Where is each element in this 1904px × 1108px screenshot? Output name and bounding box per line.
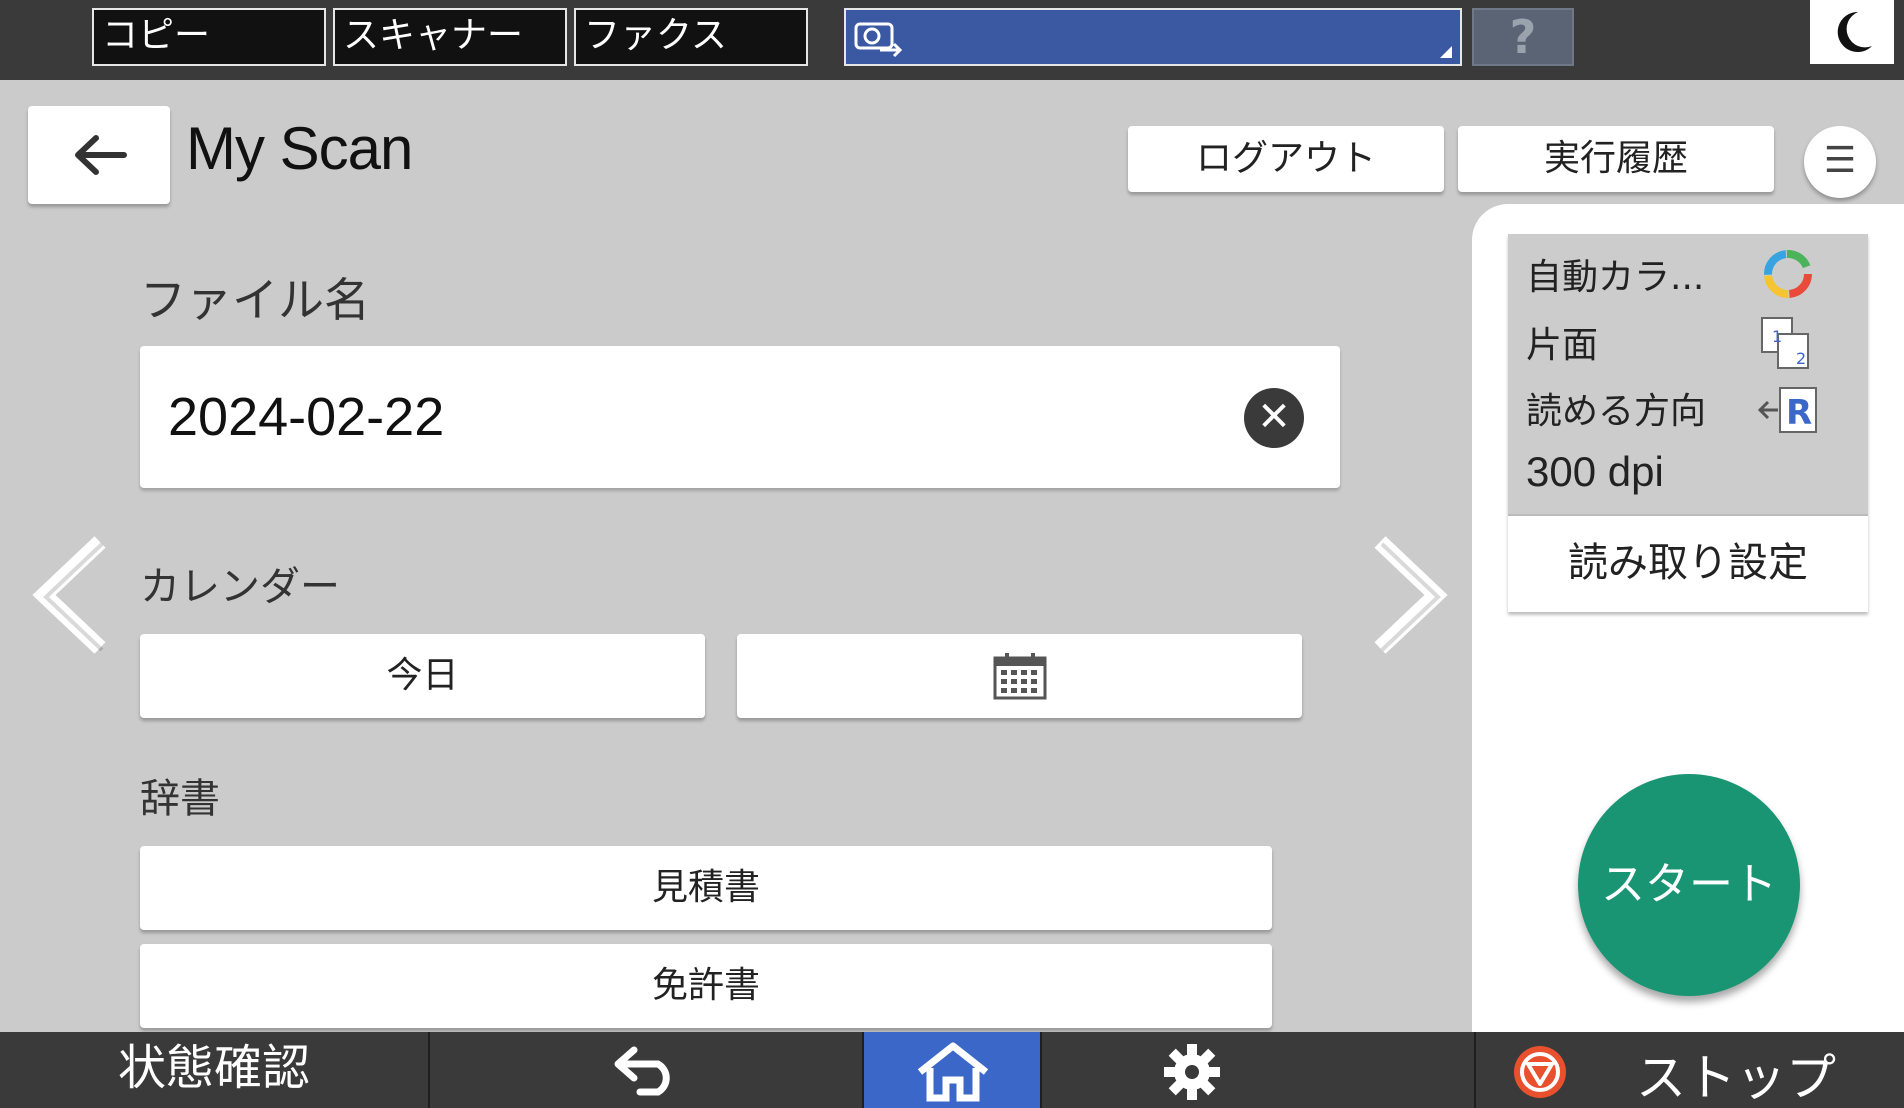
gear-icon bbox=[1164, 1044, 1220, 1100]
calendar-icon bbox=[993, 653, 1047, 700]
energy-saver-button[interactable] bbox=[1810, 0, 1894, 64]
today-button[interactable]: 今日 bbox=[140, 634, 705, 718]
back-nav-button[interactable] bbox=[432, 1032, 864, 1108]
scan-app-icon bbox=[854, 22, 903, 58]
app-selector[interactable] bbox=[844, 8, 1462, 66]
tab-copy[interactable]: コピー bbox=[92, 8, 326, 66]
page-title: My Scan bbox=[186, 115, 413, 182]
logout-button[interactable]: ログアウト bbox=[1128, 126, 1444, 192]
dropdown-corner-icon bbox=[1440, 46, 1452, 58]
dictionary-item[interactable]: 免許書 bbox=[140, 944, 1272, 1028]
bottom-bar: 状態確認 ストップ bbox=[0, 1032, 1904, 1108]
read-settings-button[interactable]: 読み取り設定 bbox=[1508, 514, 1868, 612]
stop-label: ストップ bbox=[1636, 1049, 1836, 1107]
status-check-button[interactable]: 状態確認 bbox=[0, 1032, 430, 1108]
resolution-setting: 300 dpi bbox=[1526, 448, 1664, 495]
clear-icon[interactable]: ✕ bbox=[1244, 388, 1304, 448]
tab-scanner[interactable]: スキャナー bbox=[333, 8, 567, 66]
help-button[interactable]: ? bbox=[1472, 8, 1574, 66]
dictionary-item[interactable]: 見積書 bbox=[140, 846, 1272, 930]
tab-fax[interactable]: ファクス bbox=[574, 8, 808, 66]
calendar-label: カレンダー bbox=[140, 564, 340, 610]
svg-text:1: 1 bbox=[1772, 327, 1782, 346]
auto-color-icon bbox=[1764, 250, 1812, 298]
scan-settings-summary[interactable]: 自動カラ... 片面 1 2 読める方向 R 300 dpi 読み取り設定 bbox=[1508, 234, 1868, 612]
sides-setting: 片面 bbox=[1526, 325, 1599, 366]
home-icon bbox=[917, 1042, 989, 1102]
top-bar: コピー スキャナー ファクス ? bbox=[0, 0, 1904, 80]
calendar-button[interactable] bbox=[737, 634, 1302, 718]
filename-label: ファイル名 bbox=[140, 273, 370, 327]
svg-text:2: 2 bbox=[1796, 349, 1806, 368]
dictionary-label: 辞書 bbox=[140, 776, 220, 822]
filename-input[interactable]: 2024-02-22 ✕ bbox=[140, 346, 1340, 488]
stop-icon bbox=[1514, 1046, 1566, 1098]
stop-button[interactable]: ストップ bbox=[1476, 1032, 1904, 1108]
orientation-setting: 読める方向 bbox=[1526, 391, 1707, 432]
readable-direction-icon: R bbox=[1758, 387, 1817, 433]
back-button[interactable] bbox=[28, 106, 170, 204]
history-button[interactable]: 実行履歴 bbox=[1458, 126, 1774, 192]
color-setting: 自動カラ... bbox=[1526, 257, 1705, 298]
svg-text:R: R bbox=[1786, 393, 1812, 433]
undo-arrow-icon bbox=[614, 1046, 670, 1096]
arrow-left-icon bbox=[75, 135, 127, 175]
one-sided-icon: 1 2 bbox=[1761, 317, 1809, 369]
start-button[interactable]: スタート bbox=[1578, 774, 1800, 996]
home-button[interactable] bbox=[864, 1032, 1042, 1108]
previous-page-arrow-icon[interactable] bbox=[30, 530, 114, 660]
moon-icon bbox=[1837, 11, 1872, 52]
next-page-arrow-icon[interactable] bbox=[1366, 530, 1450, 660]
filename-value: 2024-02-22 bbox=[168, 387, 445, 447]
settings-button[interactable] bbox=[1042, 1032, 1476, 1108]
menu-button[interactable]: ☰ bbox=[1804, 126, 1876, 198]
